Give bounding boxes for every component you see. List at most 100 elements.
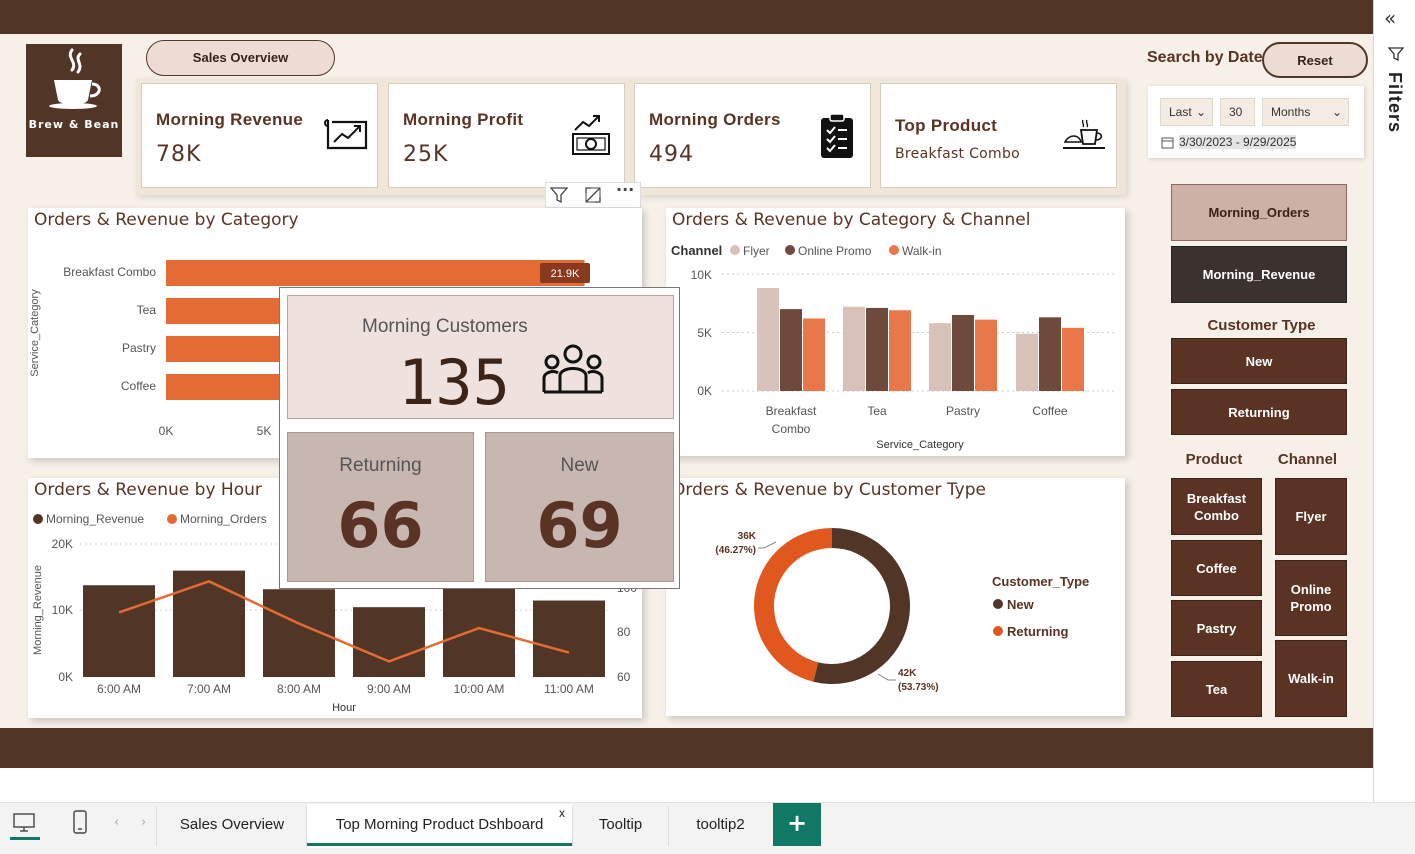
top-banner: [0, 0, 1373, 34]
relative-dropdown[interactable]: Last ⌄: [1160, 98, 1213, 126]
tooltip-total-card: Morning Customers 135: [287, 295, 674, 419]
customer-type-donut-chart[interactable]: 36K (46.27%) 42K (53.73%) Customer_Type …: [666, 478, 1125, 716]
data-label: 21.9K: [551, 268, 580, 280]
legend-marker: [33, 514, 43, 524]
filter-icon[interactable]: [549, 185, 569, 205]
previous-page-icon[interactable]: ‹: [114, 815, 119, 830]
tooltip-new-label: New: [560, 455, 599, 476]
more-options-icon[interactable]: ···: [616, 180, 634, 199]
chevron-down-icon: ⌄: [1331, 105, 1342, 119]
legend-marker: [889, 245, 899, 255]
bottom-banner: [0, 728, 1373, 768]
column: [952, 314, 974, 391]
slicer-item-walk-in[interactable]: Walk-in: [1275, 640, 1347, 717]
legend-label: Online Promo: [798, 244, 872, 258]
legend-label: Walk-in: [902, 244, 942, 258]
date-range-text[interactable]: 3/30/2023 - 9/29/2025: [1179, 135, 1297, 149]
tooltip-returning-value: 66: [337, 489, 424, 562]
donut-slice: [754, 528, 832, 682]
y-tick: 0K: [58, 670, 73, 684]
kpi-value: 78K: [156, 142, 202, 167]
legend-title: Customer_Type: [992, 574, 1089, 589]
column: [780, 309, 802, 391]
category-channel-column-chart[interactable]: Channel 10K 5K 0K Breakfast Combo Tea Pa…: [666, 208, 1125, 456]
tooltip-returning-card: Returning 66: [287, 432, 474, 582]
kpi-value: Breakfast Combo: [895, 146, 1021, 162]
legend-marker: [785, 245, 795, 255]
next-page-icon[interactable]: ›: [141, 815, 146, 830]
x-tick: 11:00 AM: [544, 682, 594, 696]
y-tick: Coffee: [121, 379, 156, 393]
close-tab-icon[interactable]: x: [559, 806, 565, 820]
tooltip-title: Morning Customers: [362, 316, 528, 337]
brand-name: Brew & Bean: [28, 118, 120, 131]
slicer-item-new[interactable]: New: [1171, 338, 1347, 384]
desktop-view-icon[interactable]: [12, 812, 36, 834]
x-tick: 5K: [257, 424, 272, 438]
amount-input[interactable]: 30: [1220, 98, 1255, 126]
slicer-item-returning[interactable]: Returning: [1171, 389, 1347, 435]
coffee-cup-icon: [49, 48, 101, 109]
sales-overview-button[interactable]: Sales Overview: [146, 40, 335, 76]
chart-card-category-channel: Orders & Revenue by Category & Channel C…: [666, 208, 1125, 456]
slicer-item-coffee[interactable]: Coffee: [1171, 540, 1262, 596]
date-search-label: Search by Date: [1147, 49, 1263, 66]
legend-marker: [730, 245, 740, 255]
slicer-item-pastry[interactable]: Pastry: [1171, 600, 1262, 656]
morning-revenue-button[interactable]: Morning_Revenue: [1171, 246, 1347, 303]
legend-label: Morning_Orders: [180, 512, 267, 526]
kpi-title: Morning Revenue: [156, 110, 304, 129]
slicer-item-flyer[interactable]: Flyer: [1275, 478, 1347, 555]
legend-title: Channel: [671, 243, 722, 258]
tab-top-morning-product-dashboard[interactable]: Top Morning Product Dshboard: [307, 804, 572, 848]
x-tick: 6:00 AM: [97, 682, 141, 696]
legend-marker: [167, 514, 177, 524]
morning-orders-button[interactable]: Morning_Orders: [1171, 184, 1347, 241]
kpi-card-morning-revenue: Morning Revenue 78K: [141, 83, 378, 188]
y2-tick: 60: [617, 670, 631, 684]
add-page-button[interactable]: +: [773, 803, 821, 846]
donut-slice: [813, 528, 910, 684]
tab-sales-overview[interactable]: Sales Overview: [158, 804, 306, 848]
unit-dropdown[interactable]: Months ⌄: [1262, 98, 1349, 126]
brand-logo: Brew & Bean: [26, 44, 122, 157]
customers-icon: [542, 344, 604, 394]
slicer-item-online-promo[interactable]: Online Promo: [1275, 560, 1347, 636]
column: [353, 607, 425, 677]
tab-tooltip[interactable]: Tooltip: [573, 804, 668, 848]
collapse-pane-icon[interactable]: «: [1384, 6, 1396, 30]
divider: [156, 806, 157, 846]
tab-tooltip2[interactable]: tooltip2: [669, 804, 772, 848]
slice-label: (46.27%): [715, 545, 756, 556]
legend-label: Morning_Revenue: [46, 512, 144, 526]
mobile-view-icon[interactable]: [72, 810, 88, 834]
y-tick: Pastry: [122, 341, 156, 355]
column: [1016, 333, 1038, 391]
slicer-item-breakfast-combo[interactable]: Breakfast Combo: [1171, 478, 1262, 535]
unit-value: Months: [1271, 105, 1311, 119]
x-tick: 7:00 AM: [187, 682, 231, 696]
slicer-item-tea[interactable]: Tea: [1171, 661, 1262, 717]
column: [757, 288, 779, 391]
page-gap: [0, 768, 1373, 804]
y2-tick: 80: [617, 625, 631, 639]
legend-marker: [993, 626, 1003, 636]
x-tick: Coffee: [1032, 404, 1067, 418]
kpi-value: 494: [649, 142, 694, 167]
filters-label[interactable]: Filters: [1384, 72, 1405, 133]
customer-type-slicer-title: Customer Type: [1207, 317, 1316, 334]
chart-icon: [324, 119, 368, 150]
y-tick: 10K: [52, 603, 73, 617]
tooltip-page: Morning Customers 135 Returning 66 New 6…: [279, 287, 680, 589]
legend-label: Flyer: [743, 244, 770, 258]
profit-growth-icon: [572, 115, 610, 155]
x-tick: 0K: [159, 424, 174, 438]
x-axis-label: Hour: [332, 702, 356, 714]
y-axis-label: Service_Category: [29, 289, 41, 377]
kpi-title: Top Product: [895, 116, 998, 135]
y-axis-label: Morning_Revenue: [32, 565, 44, 655]
focus-mode-icon[interactable]: [583, 185, 603, 205]
channel-slicer-title: Channel: [1277, 451, 1338, 468]
chart-card-customer-type: Orders & Revenue by Customer Type 36K (4…: [666, 478, 1125, 716]
reset-button[interactable]: Reset: [1262, 42, 1368, 78]
